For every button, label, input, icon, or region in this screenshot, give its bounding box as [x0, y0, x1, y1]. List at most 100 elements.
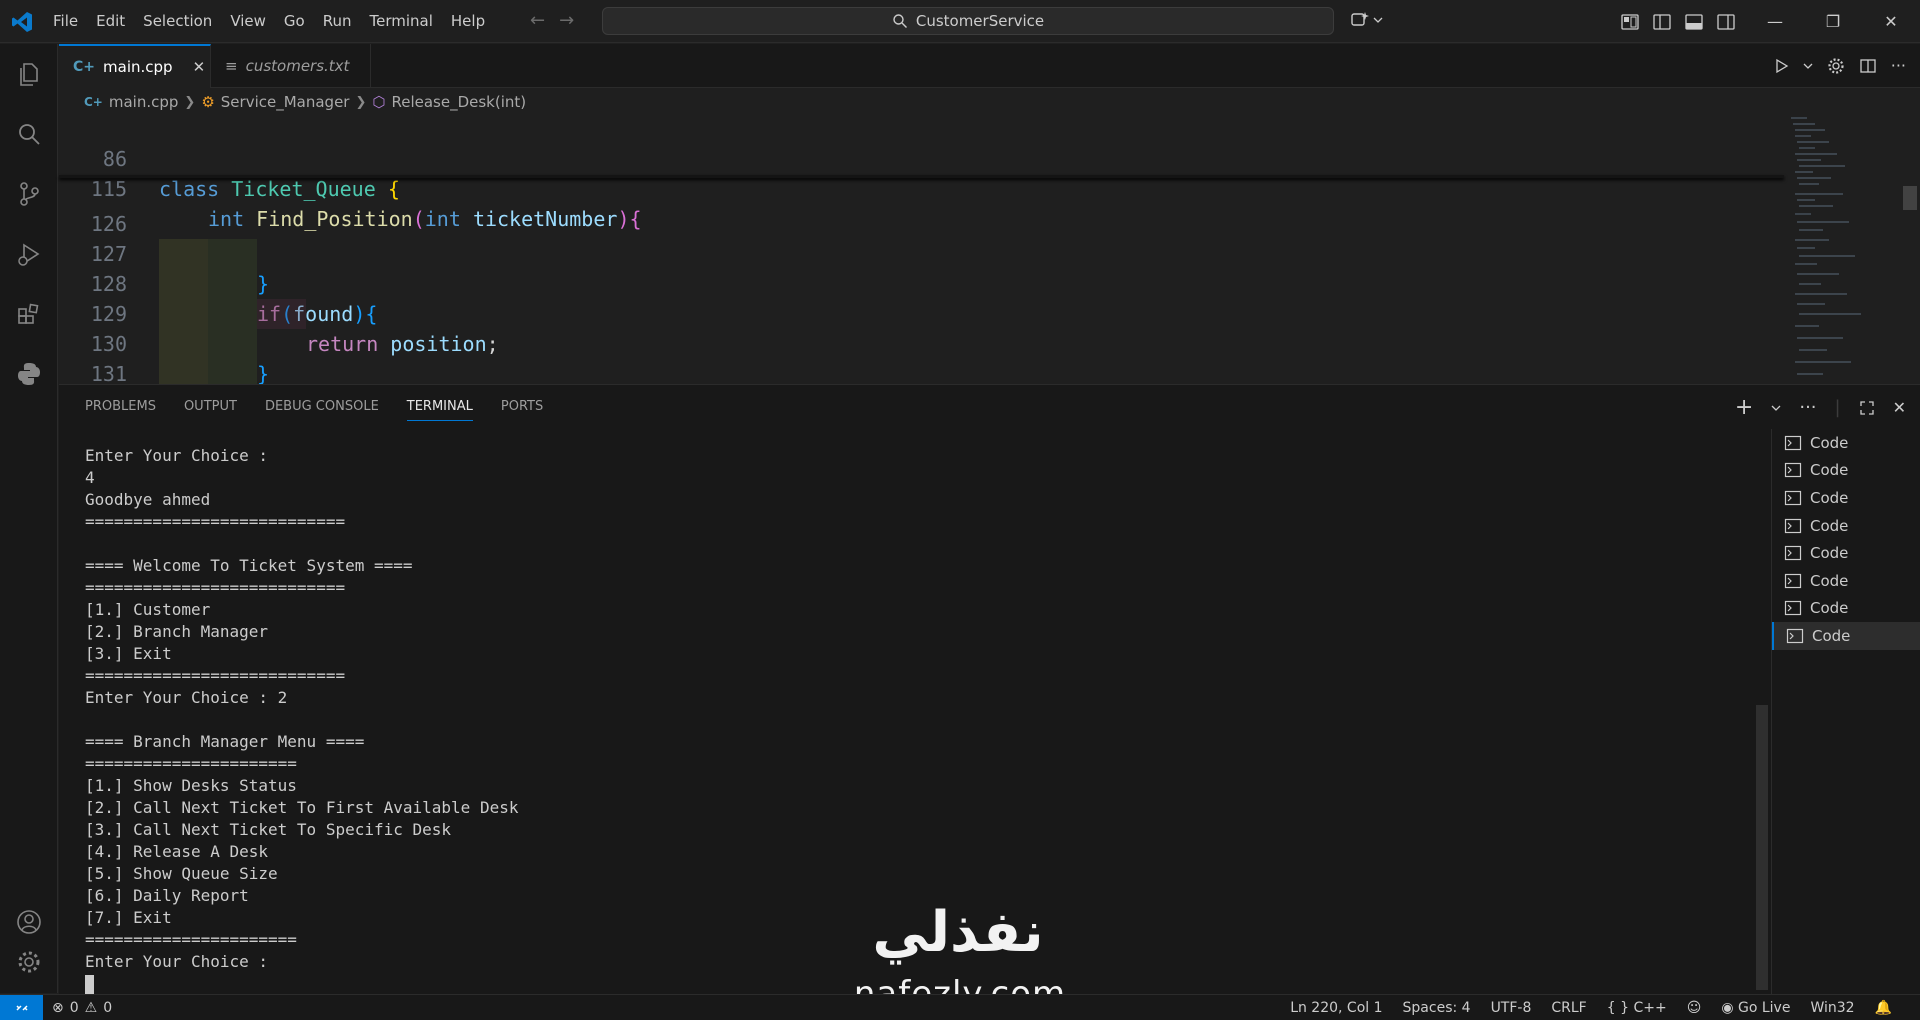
- sticky-scroll-divider: [59, 175, 1784, 178]
- restore-icon[interactable]: ❐: [1804, 0, 1862, 43]
- end-of-line[interactable]: CRLF: [1551, 1000, 1586, 1016]
- code-editor[interactable]: 86 class Ticket_Queue { 115 int Find_Pos…: [59, 114, 1920, 476]
- maximize-panel-icon[interactable]: [1859, 400, 1875, 416]
- more-actions-icon[interactable]: ···: [1799, 397, 1816, 418]
- menu-go[interactable]: Go: [275, 0, 314, 43]
- search-view-button[interactable]: [0, 110, 58, 158]
- minimap[interactable]: [1785, 114, 1895, 382]
- tab-main-cpp[interactable]: C+ main.cpp ✕: [59, 44, 211, 88]
- breadcrumb-file[interactable]: main.cpp: [109, 93, 179, 111]
- extensions-button[interactable]: [0, 290, 58, 338]
- code-line-130[interactable]: 130 else {: [59, 299, 1779, 416]
- code-line-127[interactable]: 127 if(found){: [59, 209, 1779, 326]
- toggle-primary-sidebar-icon[interactable]: [1652, 12, 1672, 32]
- terminal-instance[interactable]: Code: [1772, 457, 1920, 485]
- customize-layout-icon[interactable]: [1620, 12, 1640, 32]
- run-icon[interactable]: [1773, 58, 1789, 74]
- indentation[interactable]: Spaces: 4: [1403, 1000, 1471, 1016]
- terminal-output[interactable]: Enter Your Choice : 4 Goodbye ahmed ====…: [85, 445, 1415, 994]
- tab-terminal[interactable]: TERMINAL: [406, 385, 473, 421]
- error-count: 0: [69, 1000, 79, 1016]
- title-bar: File Edit Selection View Go Run Terminal…: [0, 0, 1920, 43]
- python-button[interactable]: [0, 350, 58, 398]
- close-icon[interactable]: ✕: [193, 58, 206, 76]
- terminal-instance[interactable]: Code: [1772, 539, 1920, 567]
- close-window-icon[interactable]: ✕: [1862, 0, 1920, 43]
- problems-summary[interactable]: ⊗ 0 ⚠ 0: [52, 995, 112, 1020]
- chevron-down-icon[interactable]: [1771, 403, 1781, 413]
- new-terminal-plus-icon[interactable]: +: [1735, 395, 1753, 420]
- tab-ports[interactable]: PORTS: [501, 385, 543, 429]
- tab-output[interactable]: OUTPUT: [184, 385, 237, 429]
- tab-customers-txt[interactable]: ≡ customers.txt: [211, 44, 371, 88]
- forward-arrow-icon[interactable]: →: [559, 10, 574, 31]
- command-center-search[interactable]: CustomerService: [602, 7, 1334, 35]
- menu-help[interactable]: Help: [442, 0, 494, 43]
- sticky-line-115[interactable]: 115 int Find_Position(int ticketNumber){: [59, 144, 1779, 231]
- terminal-instance[interactable]: Code: [1772, 567, 1920, 595]
- notifications-bell-icon[interactable]: 🔔: [1875, 1000, 1892, 1016]
- sticky-line-86[interactable]: 86 class Ticket_Queue {: [59, 114, 1779, 201]
- cpp-file-icon: C+: [73, 59, 96, 75]
- menu-view[interactable]: View: [221, 0, 275, 43]
- run-debug-button[interactable]: [0, 230, 58, 278]
- terminal-line: Goodbye ahmed: [85, 490, 211, 509]
- tab-debug-console[interactable]: DEBUG CONSOLE: [265, 385, 379, 429]
- back-arrow-icon[interactable]: ←: [530, 10, 545, 31]
- terminal-instance[interactable]: Code: [1772, 512, 1920, 540]
- platform[interactable]: Win32: [1810, 1000, 1854, 1016]
- python-icon: [18, 363, 40, 385]
- menu-edit[interactable]: Edit: [87, 0, 134, 43]
- encoding[interactable]: UTF-8: [1491, 1000, 1532, 1016]
- explorer-button[interactable]: [0, 50, 58, 98]
- code-line-126[interactable]: 126 }: [59, 179, 1779, 296]
- code-line-131[interactable]: 131 return 0;: [59, 329, 1779, 446]
- language-mode[interactable]: { } C++: [1607, 1000, 1667, 1016]
- terminal-icon: [1784, 463, 1802, 478]
- copilot-button[interactable]: [1350, 10, 1383, 30]
- terminal-line: [1.] Show Desks Status: [85, 776, 297, 795]
- close-panel-icon[interactable]: ✕: [1893, 398, 1906, 417]
- code-line-128[interactable]: 128 return position;: [59, 239, 1779, 356]
- terminal-instance-selected[interactable]: Code: [1772, 622, 1920, 650]
- menu-file[interactable]: File: [44, 0, 87, 43]
- terminal-line: [4.] Release A Desk: [85, 842, 269, 861]
- copilot-status-icon[interactable]: ☺: [1687, 1000, 1702, 1016]
- menu-run[interactable]: Run: [314, 0, 361, 43]
- magnifier-icon: [19, 124, 40, 145]
- split-editor-icon[interactable]: [1859, 57, 1877, 75]
- source-control-button[interactable]: [0, 170, 58, 218]
- terminal-line: [6.] Daily Report: [85, 886, 249, 905]
- code-line-129[interactable]: 129 }: [59, 269, 1779, 386]
- copilot-sparkle-icon: [1351, 12, 1369, 26]
- chevron-down-icon[interactable]: [1803, 61, 1813, 71]
- terminal-icon: [1784, 435, 1802, 450]
- cursor-position[interactable]: Ln 220, Col 1: [1290, 1000, 1382, 1016]
- chevron-down-icon: [1373, 17, 1383, 23]
- tab-problems[interactable]: PROBLEMS: [85, 385, 156, 429]
- terminal-scrollbar[interactable]: [1756, 705, 1768, 990]
- extensions-icon: [18, 303, 39, 324]
- toggle-panel-icon[interactable]: [1684, 12, 1704, 32]
- terminal-instance[interactable]: Code: [1772, 429, 1920, 457]
- go-live[interactable]: ◉ Go Live: [1721, 1000, 1790, 1016]
- terminal-instance[interactable]: Code: [1772, 595, 1920, 623]
- cpp-file-icon: C+: [84, 95, 103, 109]
- remote-indicator[interactable]: [0, 995, 43, 1020]
- settings-gear-icon[interactable]: [1827, 57, 1845, 75]
- minimize-icon[interactable]: —: [1746, 0, 1804, 43]
- toggle-secondary-sidebar-icon[interactable]: [1716, 12, 1736, 32]
- editor-scrollbar-thumb[interactable]: [1903, 186, 1917, 210]
- layout-controls: [1620, 0, 1736, 43]
- manage-button[interactable]: [0, 938, 58, 986]
- breadcrumb-class[interactable]: Service_Manager: [221, 93, 350, 111]
- more-actions-icon[interactable]: ···: [1891, 56, 1906, 75]
- menu-terminal[interactable]: Terminal: [361, 0, 442, 43]
- terminal-instance[interactable]: Code: [1772, 484, 1920, 512]
- breadcrumb-method[interactable]: Release_Desk(int): [391, 93, 526, 111]
- terminal-line: Enter Your Choice : 2: [85, 688, 288, 707]
- menu-selection[interactable]: Selection: [134, 0, 221, 43]
- method-icon: ⬡: [372, 93, 386, 111]
- separator: |: [1834, 397, 1841, 418]
